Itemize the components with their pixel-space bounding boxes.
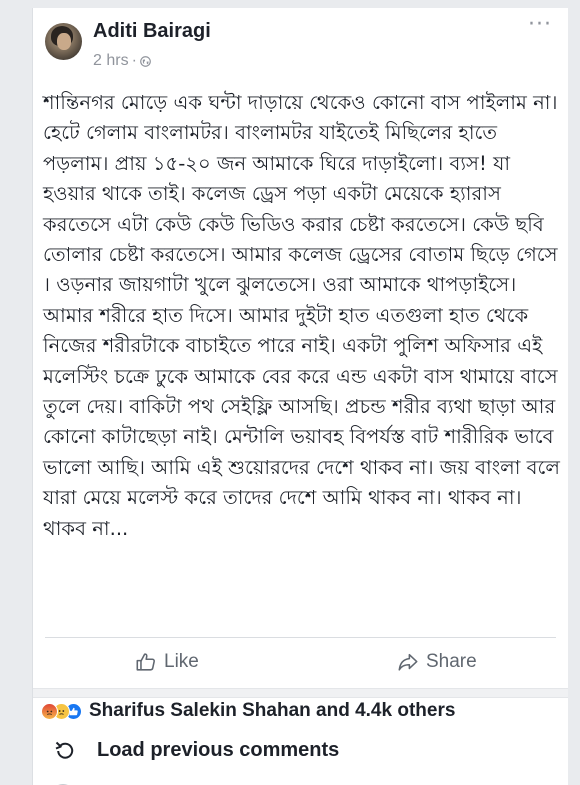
like-button[interactable]: Like: [135, 638, 199, 686]
load-previous-comments-label: Load previous comments: [97, 738, 340, 761]
post-body-text: শান্তিনগর মোড়ে এক ঘন্টা দাড়ায়ে থেকেও …: [43, 91, 561, 540]
globe-icon: [140, 55, 151, 67]
avatar[interactable]: [45, 23, 82, 60]
share-label: Share: [426, 651, 477, 672]
share-arrow-icon: [398, 653, 418, 671]
post-time[interactable]: 2 hrs: [93, 52, 129, 70]
angry-reaction-icon: [41, 702, 58, 720]
thumbs-up-icon: [136, 653, 155, 671]
more-dots-icon[interactable]: ···: [528, 14, 552, 36]
reactions-summary[interactable]: Sharifus Salekin Shahan and 4.4k others: [41, 698, 455, 724]
author-name[interactable]: Aditi Bairagi: [93, 20, 211, 43]
refresh-icon: [55, 741, 74, 759]
avatar-face: [57, 33, 71, 50]
meta-separator: ·: [131, 52, 137, 69]
post-header: Aditi Bairagi 2 hrs · ···: [33, 8, 568, 78]
reactions-summary-text[interactable]: Sharifus Salekin Shahan and 4.4k others: [89, 700, 455, 722]
post-actions: Like Share: [33, 638, 568, 686]
section-separator: [33, 688, 568, 698]
like-label: Like: [164, 651, 199, 672]
post-card: Aditi Bairagi 2 hrs · ··· শান্তিনগর মোড়…: [32, 8, 568, 785]
load-previous-comments[interactable]: Load previous comments: [55, 736, 339, 764]
share-button[interactable]: Share: [397, 638, 477, 686]
post-meta: 2 hrs ·: [93, 52, 151, 70]
